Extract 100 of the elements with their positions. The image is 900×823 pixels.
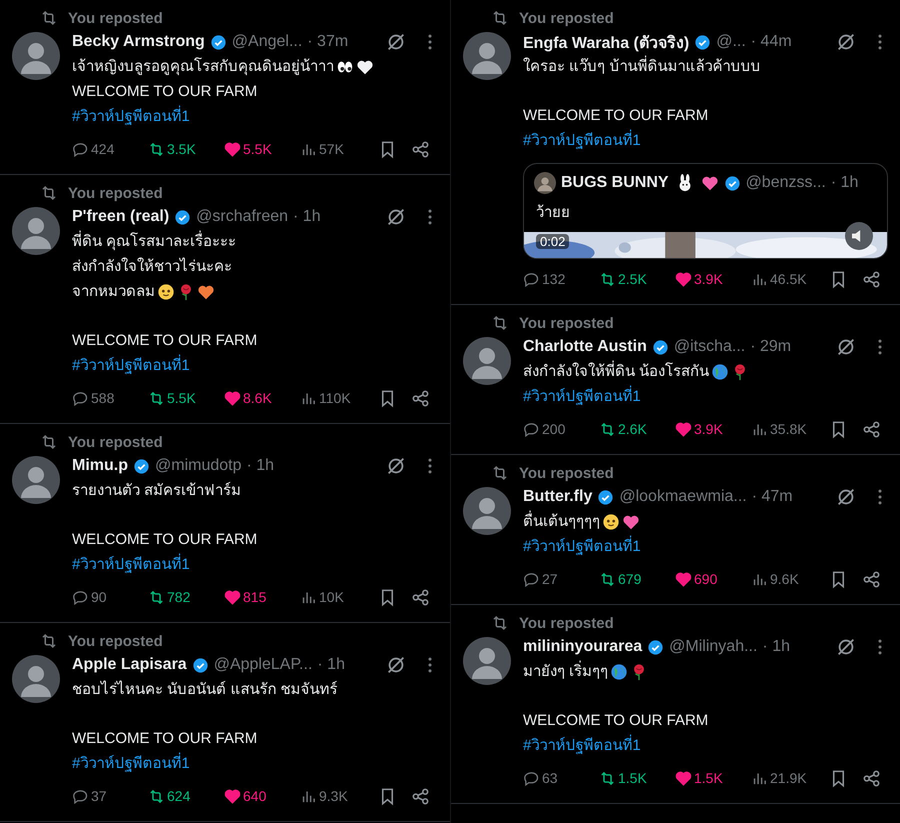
handle[interactable]: @... <box>716 33 746 51</box>
more-icon[interactable] <box>426 32 434 52</box>
heart-icon[interactable] <box>675 570 692 588</box>
view-count: 46.5K <box>770 271 807 287</box>
avatar[interactable] <box>463 32 511 80</box>
timestamp: · 37m <box>307 33 348 51</box>
hashtag-link[interactable]: #วิวาห์ปฐพีตอนที่1 <box>72 554 190 575</box>
reply-icon[interactable] <box>523 420 540 438</box>
share-icon[interactable] <box>862 270 881 288</box>
hashtag-link[interactable]: #วิวาห์ปฐพีตอนที่1 <box>523 130 641 151</box>
reply-icon[interactable] <box>523 570 540 588</box>
heart-icon[interactable] <box>224 390 241 406</box>
more-icon[interactable] <box>876 637 884 657</box>
view-count: 10K <box>319 589 344 605</box>
repost-icon <box>40 184 58 202</box>
post-text: มายังๆ เริ่มๆๆ <box>523 661 608 682</box>
display-name[interactable]: Butter.fly <box>523 488 592 506</box>
handle[interactable]: @Angel... <box>232 33 302 51</box>
display-name: BUGS BUNNY <box>561 174 669 192</box>
more-icon[interactable] <box>876 487 884 507</box>
repost-icon[interactable] <box>599 570 616 588</box>
heart-icon[interactable] <box>675 770 692 786</box>
hashtag-link[interactable]: #วิวาห์ปฐพีตอนที่1 <box>523 536 641 557</box>
display-name[interactable]: Mimu.p <box>72 457 128 475</box>
post-text: ตื่นเต้นๆๆๆๆ <box>523 511 600 532</box>
post-text: เจ้าหญิงบลูรอดูคุณโรสกับคุณดินอยู่น้าาา <box>72 56 334 77</box>
post-text: ใครอะ แว๊บๆ บ้านพี่ดินมาแล้วค้าบบบ <box>523 56 760 77</box>
share-icon[interactable] <box>862 768 881 788</box>
slashed-circle-icon[interactable] <box>385 654 407 676</box>
slashed-circle-icon[interactable] <box>385 206 407 228</box>
slashed-circle-icon[interactable] <box>835 486 857 508</box>
hashtag-link[interactable]: #วิวาห์ปฐพีตอนที่1 <box>72 355 190 376</box>
post-text: WELCOME TO OUR FARM <box>523 711 708 731</box>
share-icon[interactable] <box>862 420 881 438</box>
avatar[interactable] <box>12 32 60 80</box>
share-icon[interactable] <box>862 570 881 588</box>
post-text: พี่ดิน คุณโรสมาละเรื่อะะะ <box>72 231 236 252</box>
hashtag-link[interactable]: #วิวาห์ปฐพีตอนที่1 <box>72 106 190 127</box>
avatar[interactable] <box>12 655 60 703</box>
handle[interactable]: @itscha... <box>674 338 746 356</box>
hashtag-link[interactable]: #วิวาห์ปฐพีตอนที่1 <box>523 735 641 756</box>
repost-icon[interactable] <box>148 390 165 406</box>
repost-label: You reposted <box>68 632 163 650</box>
repost-icon[interactable] <box>599 420 616 438</box>
slashed-circle-icon[interactable] <box>385 455 407 477</box>
post-text: WELCOME TO OUR FARM <box>72 530 258 550</box>
more-icon[interactable] <box>426 207 434 227</box>
handle[interactable]: @lookmaewmia... <box>619 488 747 506</box>
avatar[interactable] <box>463 637 511 685</box>
display-name[interactable]: Charlotte Austin <box>523 338 647 356</box>
hashtag-link[interactable]: #วิวาห์ปฐพีตอนที่1 <box>72 753 190 774</box>
share-icon[interactable] <box>411 588 430 606</box>
avatar[interactable] <box>463 337 511 385</box>
reply-count: 132 <box>542 271 566 287</box>
reply-icon[interactable] <box>72 588 89 606</box>
hashtag-link[interactable]: #วิวาห์ปฐพีตอนที่1 <box>523 386 641 407</box>
reply-count: 27 <box>542 571 558 587</box>
heart-icon[interactable] <box>224 140 241 158</box>
heart-icon[interactable] <box>224 588 241 606</box>
more-icon[interactable] <box>426 655 434 675</box>
more-icon[interactable] <box>426 456 434 476</box>
avatar[interactable] <box>12 207 60 255</box>
repost-icon[interactable] <box>148 588 165 606</box>
slashed-circle-icon[interactable] <box>835 336 857 358</box>
display-name[interactable]: Apple Lapisara <box>72 656 187 674</box>
avatar[interactable] <box>463 487 511 535</box>
reply-icon[interactable] <box>523 770 540 786</box>
repost-icon[interactable] <box>599 770 616 786</box>
more-icon[interactable] <box>876 32 884 52</box>
more-icon[interactable] <box>876 337 884 357</box>
slashed-circle-icon[interactable] <box>385 31 407 53</box>
heart-icon[interactable] <box>224 788 241 804</box>
reply-icon[interactable] <box>72 140 89 158</box>
handle[interactable]: @srchafreen <box>196 208 288 226</box>
heart-icon[interactable] <box>675 420 692 438</box>
like-count: 815 <box>243 589 266 605</box>
reply-icon[interactable] <box>72 788 89 804</box>
display-name[interactable]: Engfa Waraha (ตัวจริง) <box>523 30 690 54</box>
display-name[interactable]: P'freen (real) <box>72 208 170 226</box>
display-name[interactable]: milininyourarea <box>523 638 642 656</box>
slashed-circle-icon[interactable] <box>835 636 857 658</box>
share-icon[interactable] <box>411 140 430 158</box>
handle[interactable]: @Milinyah... <box>669 638 758 656</box>
repost-icon[interactable] <box>599 270 616 288</box>
speaker-icon[interactable] <box>845 222 873 250</box>
quoted-post[interactable]: BUGS BUNNY @benzss... · 1h ว้ายย 0:02 <box>523 163 888 259</box>
reply-icon[interactable] <box>72 390 89 406</box>
share-icon[interactable] <box>411 786 430 806</box>
face-icon <box>602 512 620 530</box>
handle[interactable]: @AppleLAP... <box>214 656 312 674</box>
repost-icon[interactable] <box>148 140 165 158</box>
share-icon[interactable] <box>411 388 430 408</box>
repost-icon[interactable] <box>148 788 165 804</box>
heart-icon[interactable] <box>675 270 692 288</box>
like-count: 3.9K <box>694 271 723 287</box>
slashed-circle-icon[interactable] <box>835 31 857 53</box>
display-name[interactable]: Becky Armstrong <box>72 33 205 51</box>
handle[interactable]: @mimudotp <box>155 457 242 475</box>
avatar[interactable] <box>12 456 60 504</box>
reply-icon[interactable] <box>523 270 540 288</box>
